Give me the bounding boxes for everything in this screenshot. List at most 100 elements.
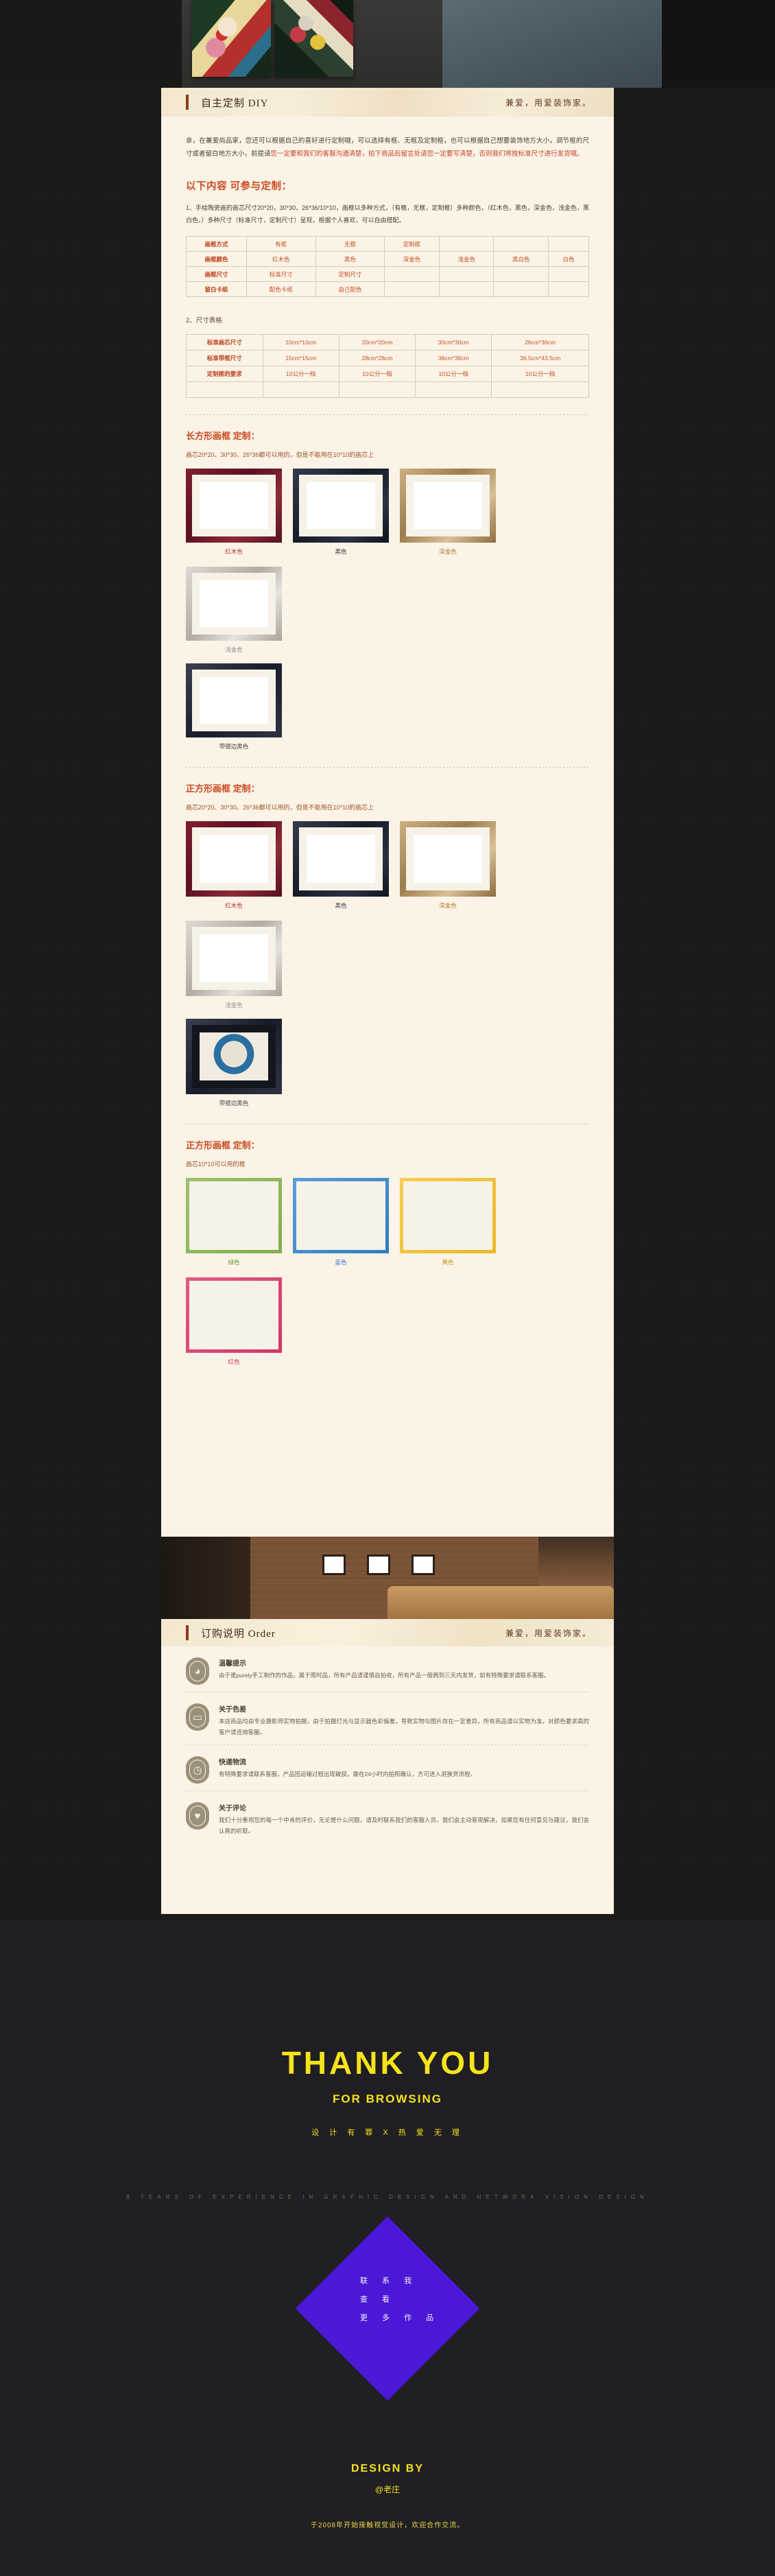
rect-frame-gallery-row2: 带银边黑色 [186,663,589,751]
frame-option[interactable]: 深金色 [400,821,496,910]
frame-option[interactable]: 红色 [186,1277,282,1366]
heart-icon: ♥ [186,1802,209,1830]
square-section-note: 画芯20*20、30*30、26*36都可以用的，但是不能用在10*10的画芯上 [186,804,374,812]
square-frame-gallery: 红木色 黑色 深金色 浅金色 [186,821,589,1009]
designer-handle: @老庄 [374,2485,401,2494]
frame-label: 带银边黑色 [219,743,249,751]
frame-option[interactable]: 红木色 [186,469,282,556]
main-content-pane: 亲，在兼爱尚品家，您还可以根据自己的喜好进行定制哦，可以选择有框、无框及定制框，… [161,117,614,1537]
item-desc: 由于是purely手工制作的作品，属于限时品，所有产品请谨慎自拍收，所有产品一般… [219,1672,550,1679]
frame-label: 黑色 [335,548,347,556]
page-title: 自主定制 DIY [201,97,269,109]
row-key [186,381,263,399]
frame-option[interactable]: 红木色 [186,821,282,910]
customizable-item-1: 1、手绘陶瓷画的画芯尺寸20*20，30*30，26*36/10*10，画框以多… [186,204,589,224]
cell [493,266,549,283]
cell: 深金色 [384,251,440,268]
cell: 38cm*38cm [415,350,492,367]
row-key: 定制框的要求 [186,366,263,383]
frame-label: 蓝色 [335,1259,347,1266]
frame-option[interactable]: 黑色 [293,821,389,910]
table-row: 画框尺寸 标准尺寸 定制尺寸 [185,266,589,283]
diy-section-header: 自主定制 DIY 兼爱，用爱装饰家。 [161,88,614,117]
cell: 浅金色 [438,251,494,268]
frame-option[interactable]: 黑色 [293,469,389,556]
row-key: 留白卡纸 [185,281,248,298]
topstrip-right-panel [442,0,662,88]
top-photo-strip [0,0,775,88]
for-browsing-subtitle: FOR BROWSING [333,2092,442,2105]
cell: 配色卡纸 [246,281,316,298]
contact-line-3: 更 多 作 品 [360,2313,440,2322]
cell: 10公分一档 [262,366,339,383]
artwork-thumbnail-2 [274,0,353,77]
cell [548,281,589,298]
table-row [186,381,589,399]
small-section-heading: 正方形画框 定制： [186,1140,260,1151]
row-key: 画框尺寸 [185,266,248,283]
frame-option[interactable]: 蓝色 [293,1178,389,1266]
cell: 有框 [246,236,316,252]
list-item: ◕ 温馨提示 由于是purely手工制作的作品，属于限时品，所有产品请谨慎自拍收… [161,1646,614,1692]
cell: 标准尺寸 [246,266,316,283]
cell: 10公分一档 [491,366,589,383]
frame-label: 红木色 [225,902,243,910]
order-section-header: 订购说明 Order 兼爱，用爱装饰家。 [161,1619,614,1646]
small-frame-gallery: 绿色 蓝色 黄色 红色 [186,1178,589,1366]
order-info-pane: ◕ 温馨提示 由于是purely手工制作的作品，属于限时品，所有产品请谨慎自拍收… [161,1646,614,1914]
frame-label: 红木色 [225,548,243,556]
cell [415,381,492,399]
frame-option[interactable]: 黄色 [400,1178,496,1266]
table-row: 标准带框尺寸 15cm*15cm 28cm*28cm 38cm*38cm 36.… [186,350,589,367]
order-accent-bar [186,1625,189,1640]
contact-block: 联 系 我 查 看 更 多 作 品 [360,2272,566,2328]
item-title: 温馨提示 [219,1660,246,1668]
cell: 10公分一档 [415,366,492,383]
monitor-icon: ▭ [186,1703,209,1731]
cell: 10cm*10cm [262,334,339,351]
frame-option[interactable]: 浅金色 [186,921,282,1009]
frame-label: 浅金色 [225,1002,243,1009]
table-row: 画框颜色 红木色 黑色 深金色 浅金色 黑白色 白色 [185,251,589,268]
topstrip-far-right [662,0,775,88]
since-line: 于2008年开始接触视觉设计，欢迎合作交流。 [310,2522,465,2529]
section-divider [186,414,589,416]
contact-line-1: 联 系 我 [360,2277,418,2285]
frame-option[interactable]: 带银边黑色 [186,663,282,751]
cell: 无框 [315,236,385,252]
cell [384,281,440,298]
cell [262,381,339,399]
frame-option[interactable]: 带银边黑色 [186,1019,282,1107]
frame-label: 带银边黑色 [219,1100,249,1107]
list-item: ◷ 快递物流 有特殊要求请联系客服，产品因运输过程出现破损，需在24小时内拍照确… [161,1745,614,1791]
item-desc: 我们十分重视您的每一个中肯的评价，无论是什么问题，请及时联系我们的客服人员，我们… [219,1817,589,1835]
spec-table: 画框方式 有框 无框 定制框 画框颜色 红木色 黑色 深金色 浅金色 黑白色 白… [185,236,589,298]
frame-option[interactable]: 深金色 [400,469,496,556]
cell [491,381,589,399]
row-key: 标准画芯尺寸 [186,334,263,351]
room-interior-photo [161,1537,614,1619]
cell: 红木色 [246,251,316,268]
rect-section-note: 画芯20*20、30*30、26*36都可以用的，但是不能用在10*10的画芯上 [186,451,374,459]
wall-frame-3 [412,1555,435,1575]
intro-paragraph: 亲，在兼爱尚品家，您还可以根据自己的喜好进行定制哦，可以选择有框、无框及定制框，… [161,117,614,161]
cell [493,236,549,252]
cell: 10公分一档 [338,366,416,383]
cell: 定制尺寸 [315,266,385,283]
frame-label: 黄色 [442,1259,454,1266]
room-left-shadow [161,1537,250,1619]
customizable-item-2: 2、尺寸表格 [186,317,222,325]
item-title: 关于评论 [219,1805,246,1813]
section-divider [186,767,589,768]
wall-frame-1 [322,1555,346,1575]
cell [438,281,494,298]
cell: 自己配色 [315,281,385,298]
artwork-thumbnail-1 [192,0,271,77]
cell: 定制框 [384,236,440,252]
frame-option[interactable]: 浅金色 [186,567,282,654]
cell: 黑白色 [493,251,549,268]
frame-option[interactable]: 绿色 [186,1178,282,1266]
clock-icon: ◷ [186,1756,209,1784]
table-row: 画框方式 有框 无框 定制框 [185,236,589,252]
order-slogan: 兼爱，用爱装饰家。 [505,1628,592,1638]
